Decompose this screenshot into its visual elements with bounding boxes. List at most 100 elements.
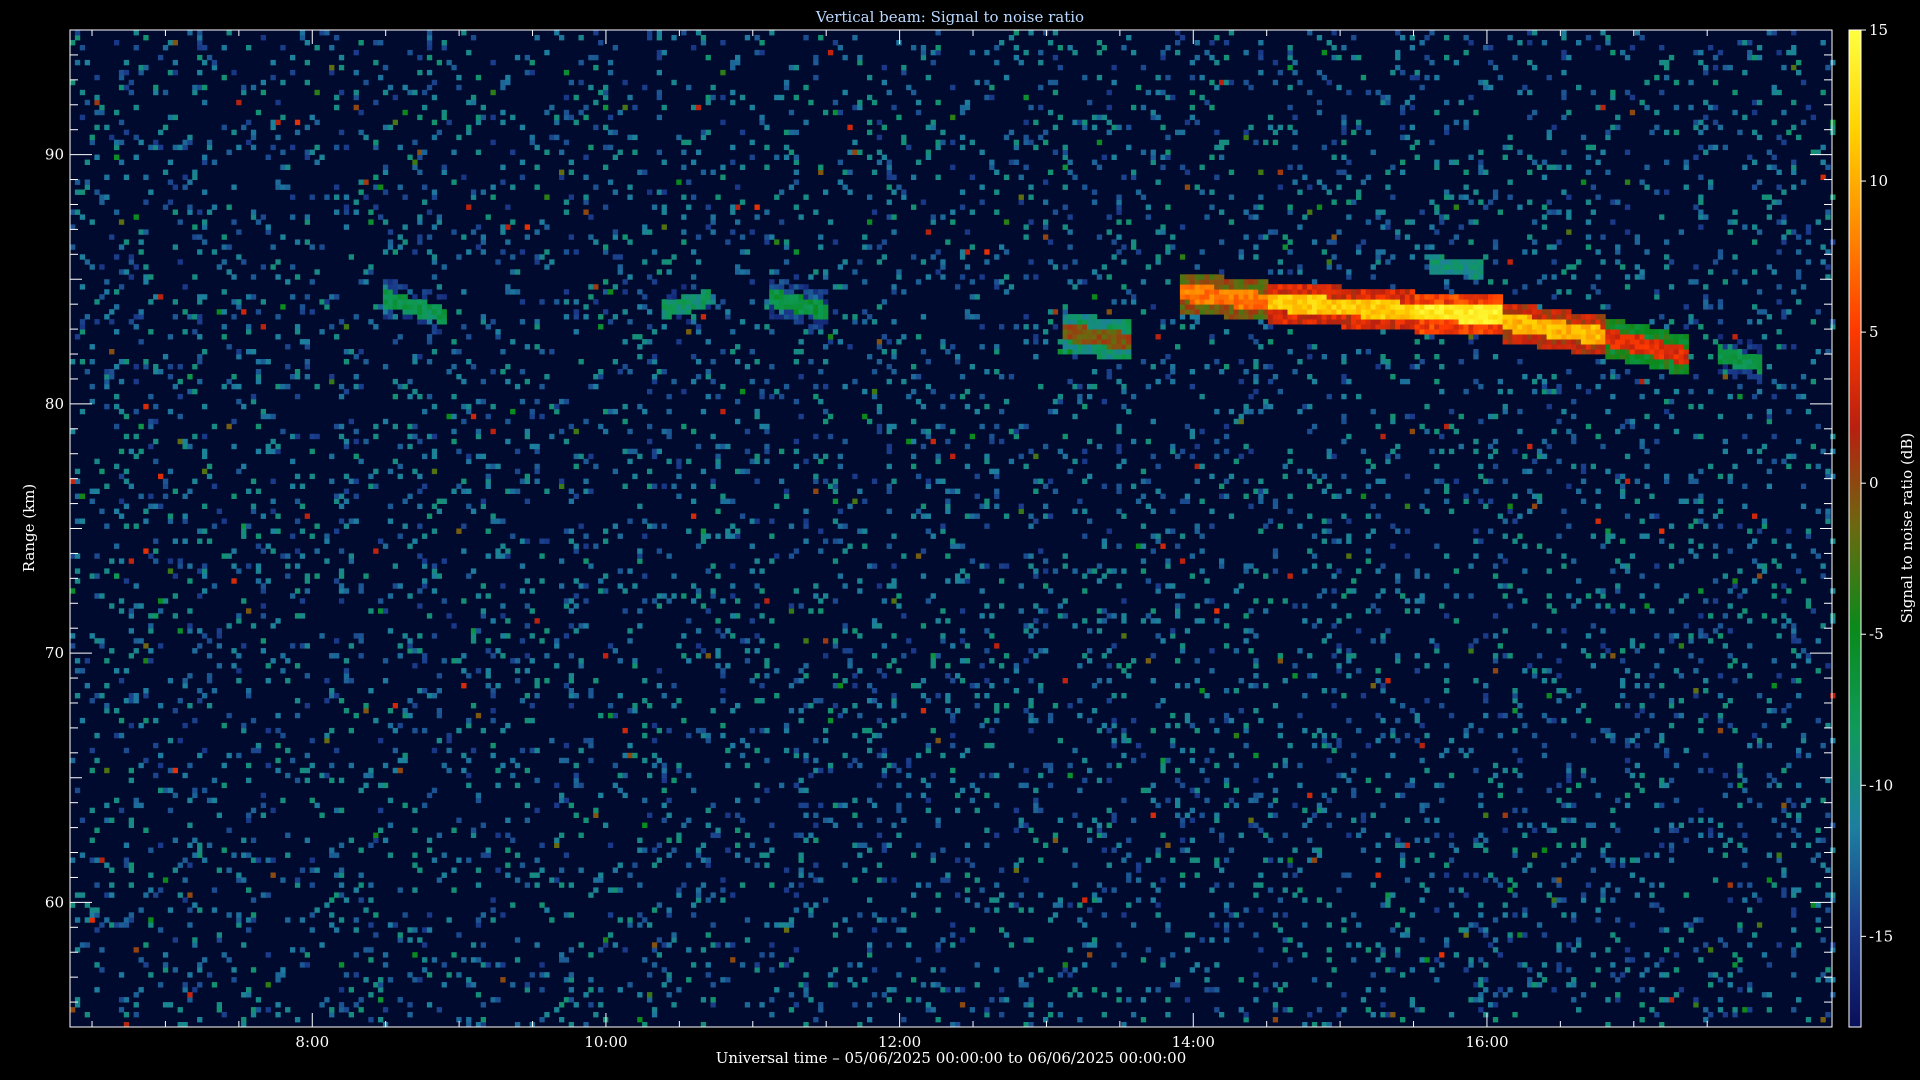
heat-cell xyxy=(353,104,359,111)
heat-cell xyxy=(915,752,922,759)
heat-cell xyxy=(275,1012,281,1018)
heat-cell xyxy=(568,488,574,494)
heat-cell xyxy=(651,249,658,255)
heat-cell xyxy=(881,917,887,923)
heat-cell xyxy=(94,732,100,739)
heat-cell xyxy=(202,433,208,440)
heat-cell xyxy=(138,603,144,609)
heat-cell xyxy=(876,344,883,350)
heat-cell xyxy=(603,249,609,255)
heat-cell xyxy=(495,782,501,789)
heat-cell xyxy=(1121,618,1127,624)
heat-cell xyxy=(1106,89,1112,96)
heat-cell xyxy=(642,847,648,853)
heat-cell xyxy=(226,269,232,275)
heat-cell xyxy=(783,867,790,873)
heat-cell xyxy=(226,752,232,759)
heat-cell xyxy=(857,633,863,639)
heat-cell xyxy=(681,284,687,290)
heat-cell xyxy=(294,563,301,569)
heat-cell xyxy=(1155,583,1161,589)
heat-cell xyxy=(1082,339,1088,345)
heat-cell xyxy=(1052,832,1059,838)
heat-cell xyxy=(143,688,149,694)
heat-cell xyxy=(647,812,653,818)
heat-cell xyxy=(1072,339,1078,345)
heat-cell xyxy=(666,269,672,275)
heat-cell xyxy=(1126,319,1132,325)
heat-cell xyxy=(735,54,741,61)
heat-cell xyxy=(798,867,804,873)
heat-cell xyxy=(979,199,985,205)
heat-cell xyxy=(431,563,438,569)
heat-cell xyxy=(642,573,648,579)
heat-cell xyxy=(441,264,447,270)
heat-cell xyxy=(128,558,134,564)
heat-cell xyxy=(402,109,408,116)
heat-cell xyxy=(510,902,516,908)
heat-cell xyxy=(959,393,966,400)
heat-cell xyxy=(637,169,643,175)
heat-cell xyxy=(847,927,853,933)
heat-cell xyxy=(294,239,301,245)
heat-cell xyxy=(485,473,491,480)
heat-cell xyxy=(500,224,506,230)
heat-cell xyxy=(920,982,927,988)
heat-cell xyxy=(984,1012,990,1018)
heat-cell xyxy=(470,703,477,709)
heat-cell xyxy=(710,942,716,948)
heat-cell xyxy=(79,324,86,330)
heat-cell xyxy=(529,69,535,76)
heat-cell xyxy=(241,643,247,649)
heat-cell xyxy=(1018,817,1024,823)
heat-cell xyxy=(539,842,545,848)
heat-cell xyxy=(524,668,530,674)
heat-cell xyxy=(1043,139,1049,146)
heat-cell xyxy=(206,703,213,709)
heat-cell xyxy=(813,59,819,66)
heat-cell xyxy=(739,199,746,205)
heat-cell xyxy=(123,129,130,136)
heat-cell xyxy=(818,528,824,534)
heat-cell xyxy=(319,942,325,948)
heat-cell xyxy=(1018,608,1024,614)
heat-cell xyxy=(343,438,350,445)
heat-cell xyxy=(783,747,790,754)
heat-cell xyxy=(1155,633,1161,639)
heat-cell xyxy=(1082,508,1088,514)
heat-cell xyxy=(99,643,105,649)
heat-cell xyxy=(603,164,609,170)
heat-cell xyxy=(1003,289,1010,295)
heat-cell xyxy=(1184,299,1191,305)
heat-cell xyxy=(353,887,359,893)
heat-cell xyxy=(857,149,863,155)
heat-cell xyxy=(930,49,936,56)
heat-cell xyxy=(382,294,389,300)
heat-cell xyxy=(167,678,174,684)
heat-cell xyxy=(260,892,266,898)
heat-cell xyxy=(999,892,1005,898)
heat-cell xyxy=(280,304,286,310)
heat-cell xyxy=(749,139,755,146)
heat-cell xyxy=(128,79,134,86)
heat-cell xyxy=(187,822,193,828)
heat-cell xyxy=(1096,234,1103,240)
heat-cell xyxy=(74,658,81,664)
heat-cell xyxy=(436,1007,442,1013)
heat-cell xyxy=(314,433,320,440)
heat-cell xyxy=(461,478,467,484)
heat-cell xyxy=(813,862,819,868)
heat-cell xyxy=(1013,688,1019,694)
heat-cell xyxy=(221,324,227,330)
heat-cell xyxy=(930,852,936,858)
heat-cell xyxy=(969,797,975,804)
heat-cell xyxy=(779,219,785,225)
heat-cell xyxy=(779,478,785,484)
heat-cell xyxy=(270,448,276,455)
heat-cell xyxy=(656,94,662,101)
heat-cell xyxy=(422,942,428,948)
heat-cell xyxy=(607,887,614,893)
heat-cell xyxy=(1140,568,1147,574)
heat-cell xyxy=(402,194,408,200)
heat-cell xyxy=(358,1007,364,1013)
